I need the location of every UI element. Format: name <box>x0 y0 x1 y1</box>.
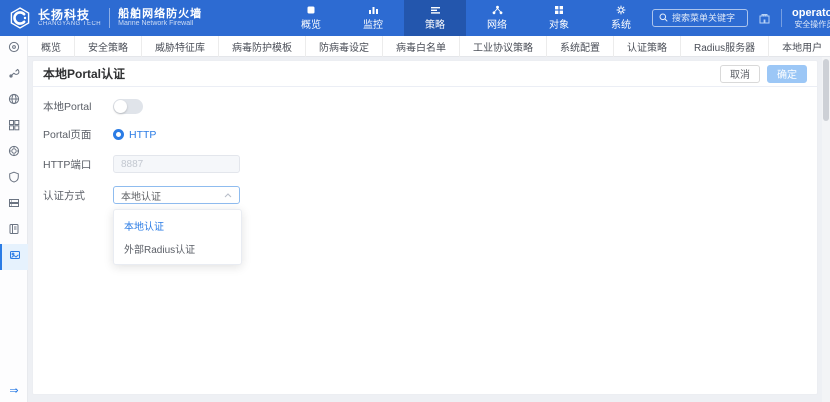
local-portal-toggle[interactable] <box>113 99 143 114</box>
nav-item-system[interactable]: 系统 <box>590 0 652 36</box>
objects-icon <box>554 5 564 15</box>
radio-selected-icon <box>113 129 124 140</box>
company-name: 长扬科技 <box>38 9 101 22</box>
tab-antivirus-template[interactable]: 病毒防护模板 <box>219 36 306 57</box>
portal-card-icon <box>9 248 21 266</box>
tab-security-policy[interactable]: 安全策略 <box>75 36 142 57</box>
globe-icon <box>8 92 20 110</box>
app-window: 长扬科技 CHANGYANG TECH 船舶网络防火墙 Marine Netwo… <box>0 0 830 402</box>
nav-item-monitor[interactable]: 监控 <box>342 0 404 36</box>
portal-auth-form: 本地Portal Portal页面 HTTP HTTP端口 认证方式 <box>33 87 817 229</box>
main-nav: 概览 监控 策略 网络 <box>280 0 652 36</box>
search-icon <box>659 9 668 27</box>
auth-method-select[interactable]: 本地认证 <box>113 186 240 204</box>
form-row-portal-page: Portal页面 HTTP <box>43 127 807 142</box>
user-role: 安全操作员 <box>794 20 830 29</box>
brand-logo-icon <box>8 6 32 30</box>
top-header: 长扬科技 CHANGYANG TECH 船舶网络防火墙 Marine Netwo… <box>0 0 830 36</box>
confirm-button[interactable]: 确定 <box>767 65 807 83</box>
menu-search[interactable] <box>652 9 748 27</box>
field-label: HTTP端口 <box>43 157 113 172</box>
tab-industrial-protocol-policy[interactable]: 工业协议策略 <box>460 36 547 57</box>
sidebar-item-notebook[interactable] <box>0 218 28 244</box>
search-input[interactable] <box>672 13 742 23</box>
overview-icon <box>306 5 316 15</box>
portal-auth-card: 本地Portal认证 取消 确定 本地Portal Portal页面 HTTP <box>32 60 818 395</box>
header-right: operator 安全操作员 <box>652 7 830 29</box>
sidebar-item-server[interactable] <box>0 192 28 218</box>
shield-icon <box>8 170 20 188</box>
server-icon <box>8 196 20 214</box>
tab-overview[interactable]: 概览 <box>28 36 75 57</box>
field-label: 认证方式 <box>43 188 113 203</box>
main-content: 本地Portal认证 取消 确定 本地Portal Portal页面 HTTP <box>28 57 822 395</box>
nav-item-objects[interactable]: 对象 <box>528 0 590 36</box>
toggle-knob <box>114 100 127 113</box>
collapse-arrow-icon[interactable]: ⇒ <box>0 384 28 397</box>
fortress-icon[interactable] <box>758 12 771 24</box>
scrollbar-thumb[interactable] <box>823 59 829 121</box>
auth-method-dropdown: 本地认证 外部Radius认证 <box>113 209 242 265</box>
sidebar-item-tools[interactable] <box>0 62 28 88</box>
chevron-up-icon <box>224 193 232 198</box>
http-radio[interactable]: HTTP <box>113 129 156 141</box>
user-name: operator <box>792 7 830 20</box>
brand: 长扬科技 CHANGYANG TECH 船舶网络防火墙 Marine Netwo… <box>0 6 280 30</box>
vertical-scrollbar[interactable] <box>822 57 830 402</box>
sidebar-item-target[interactable] <box>0 140 28 166</box>
header-divider <box>781 9 782 27</box>
form-row-http-port: HTTP端口 <box>43 155 807 173</box>
network-icon <box>492 5 503 15</box>
tab-radius-server[interactable]: Radius服务器 <box>681 36 769 57</box>
sidebar-item-globe[interactable] <box>0 88 28 114</box>
field-label: Portal页面 <box>43 127 113 142</box>
form-row-local-portal: 本地Portal <box>43 99 807 114</box>
dropdown-option-external-radius[interactable]: 外部Radius认证 <box>114 237 241 260</box>
tab-virus-whitelist[interactable]: 病毒白名单 <box>383 36 460 57</box>
target-icon <box>8 144 20 162</box>
card-header: 本地Portal认证 取消 确定 <box>33 61 817 87</box>
policy-icon <box>430 5 441 15</box>
icon-sidebar: ⇒ <box>0 36 28 402</box>
user-menu[interactable]: operator 安全操作员 <box>792 7 830 29</box>
tab-threat-signature-db[interactable]: 威胁特征库 <box>142 36 219 57</box>
tab-system-config[interactable]: 系统配置 <box>547 36 614 57</box>
nav-item-policy[interactable]: 策略 <box>404 0 466 36</box>
sidebar-item-modules[interactable] <box>0 114 28 140</box>
brand-divider <box>109 8 110 28</box>
notebook-icon <box>8 222 20 240</box>
secondary-tabbar: 概览 安全策略 威胁特征库 病毒防护模板 防病毒设定 病毒白名单 工业协议策略 … <box>28 36 830 57</box>
wrench-icon <box>8 66 20 84</box>
sidebar-item-shield[interactable] <box>0 166 28 192</box>
system-icon <box>616 5 626 15</box>
form-row-auth-method: 认证方式 本地认证 本地认证 外部Radius认证 <box>43 186 807 204</box>
nav-item-overview[interactable]: 概览 <box>280 0 342 36</box>
page-title: 本地Portal认证 <box>43 65 125 82</box>
nav-item-network[interactable]: 网络 <box>466 0 528 36</box>
company-name-en: CHANGYANG TECH <box>38 21 101 27</box>
product-name-en: Marine Network Firewall <box>118 20 202 27</box>
sidebar-item-portal[interactable] <box>0 244 28 270</box>
sidebar-item-gauge[interactable] <box>0 36 28 62</box>
http-port-input[interactable] <box>113 155 240 173</box>
radio-label: HTTP <box>129 129 156 141</box>
monitor-icon <box>368 5 379 15</box>
modules-icon <box>8 118 20 136</box>
card-actions: 取消 确定 <box>720 65 807 83</box>
product-name: 船舶网络防火墙 <box>118 9 202 21</box>
gauge-icon <box>8 40 20 58</box>
dropdown-option-local-auth[interactable]: 本地认证 <box>114 214 241 237</box>
field-label: 本地Portal <box>43 99 113 114</box>
cancel-button[interactable]: 取消 <box>720 65 760 83</box>
tab-auth-policy[interactable]: 认证策略 <box>614 36 681 57</box>
select-value: 本地认证 <box>121 188 224 203</box>
tab-antivirus-settings[interactable]: 防病毒设定 <box>306 36 383 57</box>
tab-local-users[interactable]: 本地用户 <box>769 36 830 57</box>
